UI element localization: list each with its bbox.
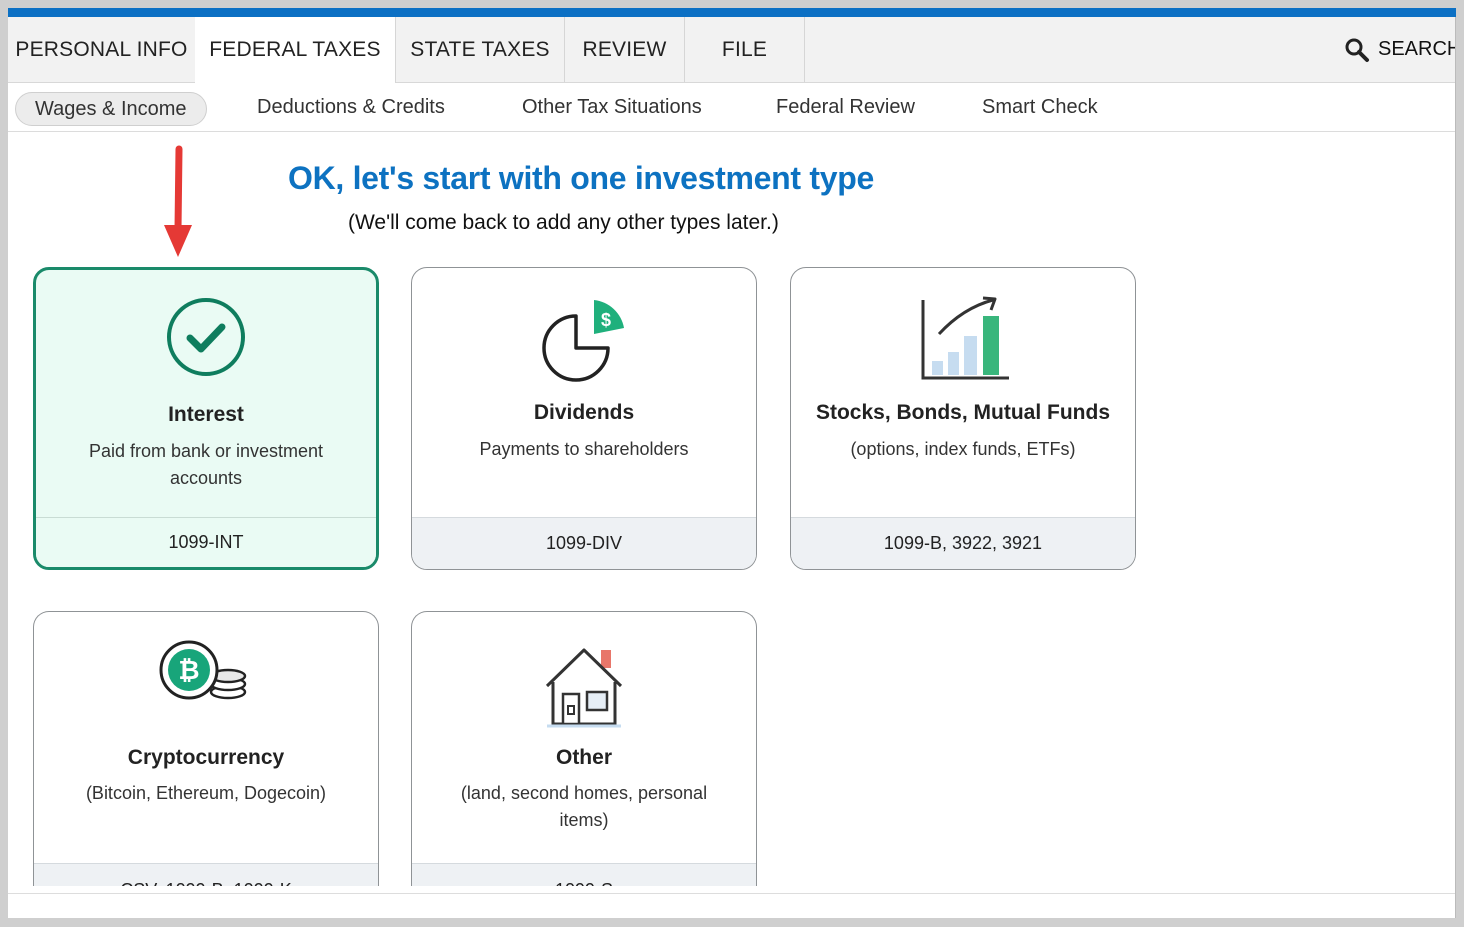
- tab-federal-taxes[interactable]: FEDERAL TAXES: [195, 17, 396, 83]
- search-button[interactable]: SEARCH: [1344, 17, 1456, 82]
- search-label: SEARCH: [1378, 38, 1456, 60]
- bottom-bar: [8, 893, 1456, 918]
- card-footer: 1099-DIV: [412, 517, 756, 569]
- subnav-federal-review[interactable]: Federal Review: [776, 83, 915, 131]
- app-window: PERSONAL INFO FEDERAL TAXES STATE TAXES …: [8, 8, 1456, 918]
- checkmark-circle-icon: [167, 298, 245, 376]
- bitcoin-coins-icon: ₿: [159, 640, 247, 700]
- card-other[interactable]: Other (land, second homes, personal item…: [411, 611, 757, 886]
- tab-file[interactable]: FILE: [685, 17, 805, 82]
- search-icon: [1345, 38, 1369, 62]
- pie-chart-dollar-icon: $: [542, 300, 624, 382]
- subnav-other-tax-situations[interactable]: Other Tax Situations: [522, 83, 702, 131]
- card-title: Dividends: [533, 401, 635, 424]
- card-interest[interactable]: Interest Paid from bank or investment ac…: [33, 267, 379, 570]
- main-nav: PERSONAL INFO FEDERAL TAXES STATE TAXES …: [8, 17, 1456, 83]
- growth-chart-icon: [921, 296, 1009, 380]
- card-footer: 1099-INT: [36, 517, 376, 567]
- card-stocks-bonds-mutual-funds[interactable]: Stocks, Bonds, Mutual Funds (options, in…: [790, 267, 1136, 570]
- tab-review[interactable]: REVIEW: [565, 17, 685, 82]
- tab-personal-info[interactable]: PERSONAL INFO: [8, 17, 196, 82]
- card-description: Paid from bank or investment accounts: [88, 441, 324, 488]
- card-title: Stocks, Bonds, Mutual Funds: [815, 401, 1110, 424]
- card-footer: 1099-S: [412, 863, 756, 886]
- card-description: Payments to shareholders: [479, 439, 689, 459]
- tab-state-taxes[interactable]: STATE TAXES: [396, 17, 565, 82]
- red-arrow-annotation-icon: [164, 145, 192, 257]
- card-cryptocurrency[interactable]: ₿ Cryptocurrency (Bitcoin, Ethereum, Dog…: [33, 611, 379, 886]
- card-description: (land, second homes, personal items): [460, 783, 708, 830]
- card-title: Interest: [168, 403, 244, 426]
- svg-text:₿: ₿: [178, 655, 199, 685]
- card-dividends[interactable]: $ Dividends Payments to shareholders 109…: [411, 267, 757, 570]
- page-title: OK, let's start with one investment type: [288, 160, 874, 196]
- house-icon: [545, 648, 623, 728]
- brand-top-bar: [8, 8, 1456, 17]
- sub-nav: Wages & Income Deductions & Credits Othe…: [8, 83, 1456, 132]
- subnav-deductions-credits[interactable]: Deductions & Credits: [257, 83, 445, 131]
- card-description: (options, index funds, ETFs): [850, 439, 1076, 459]
- page-subtitle: (We'll come back to add any other types …: [348, 211, 779, 234]
- subnav-smart-check[interactable]: Smart Check: [982, 83, 1098, 131]
- card-title: Other: [555, 746, 612, 769]
- card-footer: CSV, 1099-B, 1099-K: [34, 863, 378, 886]
- card-footer: 1099-B, 3922, 3921: [791, 517, 1135, 569]
- svg-text:$: $: [601, 310, 611, 330]
- card-description: (Bitcoin, Ethereum, Dogecoin): [85, 783, 327, 803]
- card-title: Cryptocurrency: [127, 746, 285, 769]
- subnav-wages-income[interactable]: Wages & Income: [15, 92, 207, 126]
- window-edge: [1455, 17, 1456, 918]
